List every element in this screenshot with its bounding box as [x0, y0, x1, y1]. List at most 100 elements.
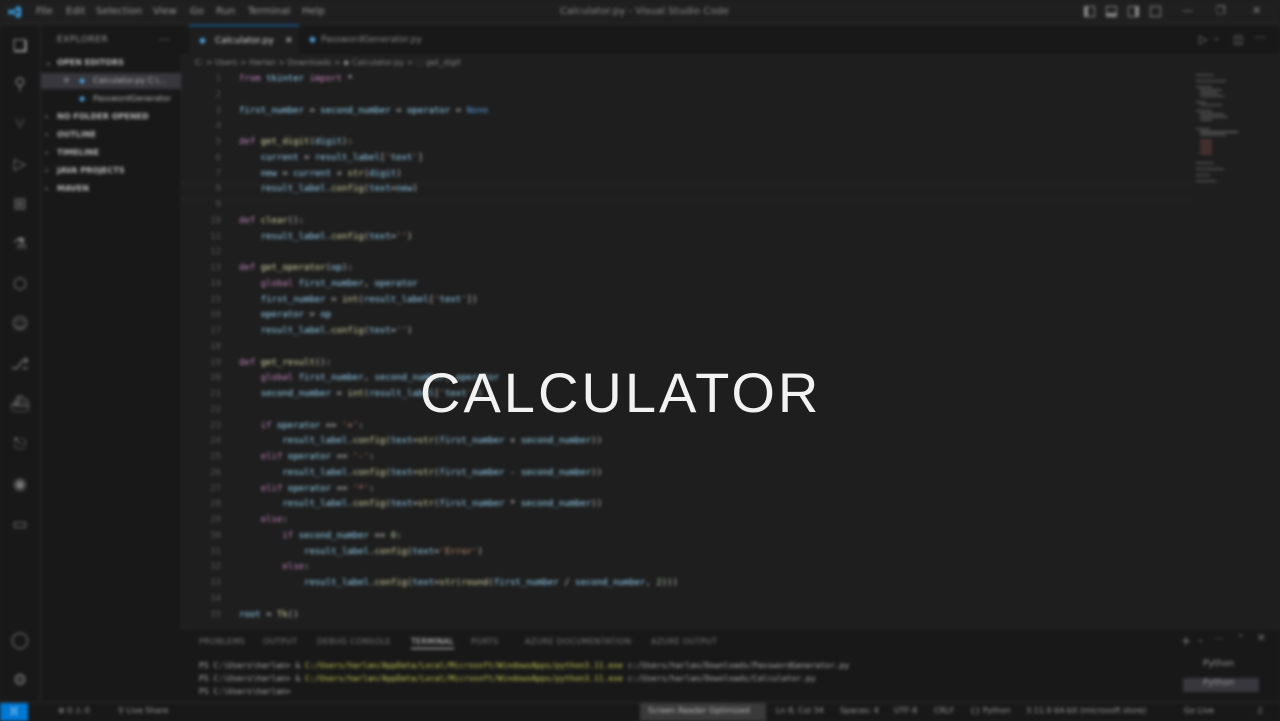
code-line[interactable]: 6 current = result_label['text']	[181, 153, 1191, 169]
new-terminal-icon[interactable]: +	[1181, 634, 1191, 648]
explorer-icon[interactable]: ❏	[9, 35, 31, 57]
panel-tab-terminal[interactable]: TERMINAL	[411, 637, 455, 649]
run-file-icon[interactable]: ▷	[1199, 33, 1207, 46]
section-timeline[interactable]: › TIMELINE	[41, 145, 181, 161]
remote-icon[interactable]: ⎋	[9, 433, 31, 455]
code-line[interactable]: 15 first_number = int(result_label['text…	[181, 295, 1191, 311]
code-line[interactable]: 31 result_label.config(text='Error')	[181, 547, 1191, 563]
testing-icon[interactable]: ⚗	[9, 233, 31, 255]
chat-icon[interactable]: ☺	[9, 313, 31, 335]
menu-run[interactable]: Run	[216, 6, 235, 17]
code-line[interactable]: 32 else:	[181, 562, 1191, 578]
open-editor-item-calculator[interactable]: ✕ ◆ Calculator.py C:\...	[41, 73, 181, 89]
code-line[interactable]: 28 result_label.config(text=str(first_nu…	[181, 499, 1191, 515]
menu-file[interactable]: File	[36, 6, 53, 17]
panel-tab-azure-docs[interactable]: AZURE DOCUMENTATION	[525, 637, 631, 646]
search-icon[interactable]: ⚲	[9, 73, 31, 95]
menu-selection[interactable]: Selection	[96, 6, 142, 17]
close-tab-icon[interactable]: ✕	[285, 36, 293, 46]
code-line[interactable]: 33 result_label.config(text=str(round(fi…	[181, 578, 1191, 594]
tab-password-generator[interactable]: ◆ PasswordGenerator.py	[299, 25, 449, 55]
code-line[interactable]: 18	[181, 342, 1191, 358]
panel-tab-debug-console[interactable]: DEBUG CONSOLE	[317, 637, 391, 646]
close-window-button[interactable]: ✕	[1252, 4, 1261, 17]
toggle-panel-icon[interactable]	[1106, 6, 1117, 17]
chevron-down-icon[interactable]: ⌄	[1197, 635, 1204, 644]
terminal-instance-python-active[interactable]: Python	[1183, 678, 1259, 692]
code-line[interactable]: 34	[181, 594, 1191, 610]
close-panel-icon[interactable]: ✕	[1257, 633, 1265, 644]
code-line[interactable]: 14 global first_number, operator	[181, 279, 1191, 295]
live-share-button[interactable]: ⚲ Live Share	[118, 706, 168, 715]
docker-icon[interactable]: ⛴	[9, 393, 31, 415]
terminal-instance-python[interactable]: Python	[1183, 659, 1259, 673]
code-line[interactable]: 26 result_label.config(text=str(first_nu…	[181, 468, 1191, 484]
notifications-icon[interactable]: ♫	[1256, 706, 1263, 715]
code-line[interactable]: 17 result_label.config(text='')	[181, 326, 1191, 342]
encoding[interactable]: UTF-8	[894, 706, 917, 715]
settings-gear-icon[interactable]: ⚙	[9, 669, 31, 691]
menu-view[interactable]: View	[153, 6, 177, 17]
code-line[interactable]: 1 from tkinter import *	[181, 74, 1191, 90]
code-line[interactable]: 5 def get_digit(digit):	[181, 137, 1191, 153]
comment-icon[interactable]: ▭	[9, 513, 31, 535]
menu-edit[interactable]: Edit	[66, 6, 85, 17]
python-interpreter[interactable]: 3.11.9 64-bit (microsoft store)	[1026, 706, 1146, 715]
menu-terminal[interactable]: Terminal	[248, 6, 290, 17]
line-ending[interactable]: CRLF	[934, 706, 954, 715]
more-actions-icon[interactable]: ···	[1215, 635, 1224, 645]
more-actions-icon[interactable]: ···	[159, 33, 170, 46]
git-icon[interactable]: ⎇	[9, 353, 31, 375]
section-no-folder[interactable]: › NO FOLDER OPENED	[41, 109, 181, 125]
code-line[interactable]: 16 operator = op	[181, 310, 1191, 326]
panel-tab-output[interactable]: OUTPUT	[263, 637, 297, 646]
code-line[interactable]: 3 first_number = second_number = operator…	[181, 106, 1191, 122]
source-control-icon[interactable]: ⑂	[9, 113, 31, 135]
maximize-panel-icon[interactable]: ⌃	[1237, 634, 1245, 644]
menu-go[interactable]: Go	[190, 6, 204, 17]
panel-tab-ports[interactable]: PORTS	[471, 637, 499, 646]
code-line[interactable]: 25 elif operator == '-':	[181, 452, 1191, 468]
open-editors-section[interactable]: ⌄ OPEN EDITORS	[41, 55, 181, 71]
account-icon[interactable]: ◯	[9, 629, 31, 651]
section-outline[interactable]: › OUTLINE	[41, 127, 181, 143]
maximize-button[interactable]: ❐	[1216, 4, 1226, 17]
close-icon[interactable]: ✕	[63, 76, 70, 85]
python-icon[interactable]: ◉	[9, 473, 31, 495]
panel-tab-azure-output[interactable]: AZURE OUTPUT	[651, 637, 717, 646]
code-editor[interactable]: 1 from tkinter import * 2 3 first_number = s…	[181, 70, 1191, 625]
code-line[interactable]: 35 root = Tk()	[181, 610, 1191, 626]
code-line[interactable]: 13 def get_operator(op):	[181, 263, 1191, 279]
indentation[interactable]: Spaces: 4	[840, 706, 879, 715]
code-line[interactable]: 29 else:	[181, 515, 1191, 531]
section-java-projects[interactable]: › JAVA PROJECTS	[41, 163, 181, 179]
chevron-down-icon[interactable]: ⌄	[1213, 33, 1220, 42]
code-line[interactable]: 7 new = current + str(digit)	[181, 169, 1191, 185]
cursor-position[interactable]: Ln 8, Col 34	[776, 706, 824, 715]
code-line[interactable]: 11 result_label.config(text='')	[181, 232, 1191, 248]
run-debug-icon[interactable]: ▷	[9, 153, 31, 175]
minimap[interactable]	[1192, 70, 1272, 210]
extensions-icon[interactable]: ⊞	[9, 193, 31, 215]
language-mode[interactable]: {} Python	[970, 706, 1010, 715]
code-line[interactable]: 8 result_label.config(text=new)	[181, 184, 1191, 200]
panel-tab-problems[interactable]: PROBLEMS	[199, 637, 245, 646]
code-line[interactable]: 2	[181, 90, 1191, 106]
code-line[interactable]: 12	[181, 247, 1191, 263]
code-line[interactable]: 10 def clear():	[181, 216, 1191, 232]
toggle-secondary-sidebar-icon[interactable]	[1128, 6, 1139, 17]
more-actions-icon[interactable]: ···	[1255, 31, 1266, 44]
split-editor-icon[interactable]: ◫	[1233, 33, 1243, 46]
minimize-button[interactable]: —	[1182, 4, 1193, 17]
package-icon[interactable]: ⬡	[9, 273, 31, 295]
code-line[interactable]: 9	[181, 200, 1191, 216]
breadcrumb[interactable]: C: > Users > Harlan > Downloads > ◆ Calc…	[195, 58, 461, 67]
code-line[interactable]: 27 elif operator == '*':	[181, 484, 1191, 500]
code-line[interactable]: 24 result_label.config(text=str(first_nu…	[181, 436, 1191, 452]
code-line[interactable]: 30 if second_number == 0:	[181, 531, 1191, 547]
remote-indicator-button[interactable]: ⟩⟨	[0, 703, 28, 721]
tab-calculator[interactable]: ◆ Calculator.py ✕	[189, 25, 299, 56]
toggle-sidebar-icon[interactable]	[1084, 6, 1095, 17]
open-editor-item-password[interactable]: ◆ PasswordGenerator	[41, 91, 181, 107]
go-live-button[interactable]: Go Live	[1184, 706, 1214, 715]
